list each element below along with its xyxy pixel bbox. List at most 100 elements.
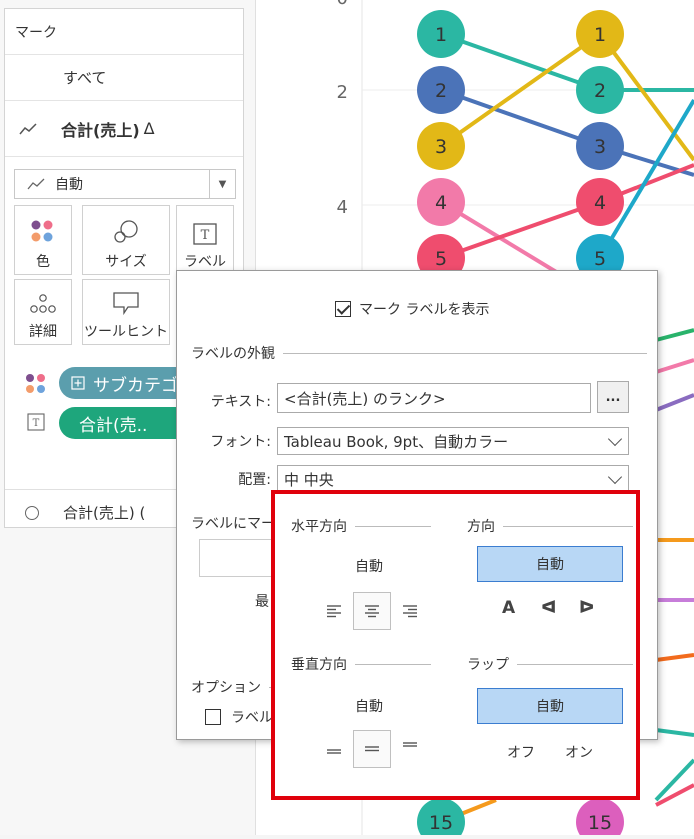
direction-title: 方向 [467,519,495,535]
horizontal-title: 水平方向 [291,519,347,535]
rank-node-label: 2 [594,80,606,102]
y-tick: 4 [337,197,348,218]
marks-all-tab[interactable]: すべて [5,55,243,101]
align-field-label: 配置: [238,472,271,488]
series-line [655,358,694,374]
marks-card-title: マーク [5,9,243,55]
rank-node[interactable]: 1 [417,10,465,58]
rank-node-label: 1 [594,24,606,46]
align-top-icon[interactable] [391,730,429,768]
text-edit-button[interactable]: ... [597,381,629,413]
show-labels-label: マーク ラベルを表示 [359,302,490,318]
align-middle-icon[interactable] [353,730,391,768]
section-divider [517,663,633,665]
y-tick: 0 [337,0,348,9]
show-labels-checkbox[interactable] [335,301,351,317]
alignment-highlight-panel: 水平方向 自動 方向 自動 A ᐊ ᐅ 垂直方向 自動 ラップ 自動 オフ オン [271,490,640,800]
svg-text:T: T [201,228,210,243]
wrap-title: ラップ [467,657,509,673]
vertical-auto-label[interactable]: 自動 [355,696,383,716]
rank-node[interactable]: 4 [417,178,465,226]
rank-node[interactable]: 1 [576,10,624,58]
wrap-auto-button[interactable]: 自動 [477,688,623,724]
color-dots-icon [26,374,45,393]
mark-label-field[interactable] [199,539,279,577]
text-label-icon: T [193,223,217,245]
options-checkbox-row[interactable]: ラベル [205,707,273,727]
svg-text:T: T [33,418,40,429]
detail-button[interactable]: 詳細 [14,279,72,345]
min-label: 最 [255,594,269,610]
series-line [655,728,694,737]
line-chart-icon [27,178,45,190]
direction-rotate-right-icon[interactable]: ᐅ [579,598,594,618]
chevron-down-icon[interactable]: ▼ [209,170,235,198]
size-button[interactable]: サイズ [82,205,170,275]
plus-box-icon [71,376,85,390]
rank-node[interactable]: 4 [576,178,624,226]
wrap-section: ラップ [467,654,633,674]
section-divider [355,663,431,665]
direction-section: 方向 [467,516,633,536]
chevron-down-icon [607,431,623,447]
text-field-label: テキスト: [210,394,271,410]
font-dropdown[interactable]: Tableau Book, 9pt、自動カラー [277,427,629,455]
rank-node[interactable]: 15 [417,798,465,839]
y-tick: 2 [337,82,348,103]
label-button[interactable]: T ラベル [176,205,234,275]
rank-node-label: 1 [435,24,447,46]
rank-node[interactable]: 2 [417,66,465,114]
marks-measure-tab[interactable]: 合計(売上) Δ [5,101,243,157]
label-button-label: ラベル [184,254,226,270]
measure-tab-label: 合計(売上) [61,120,140,140]
section-divider [283,352,647,354]
wrap-off-option[interactable]: オフ [507,742,535,762]
appearance-section: ラベルの外観 [191,343,647,363]
rank-node[interactable]: 15 [576,798,624,839]
direction-auto-button[interactable]: 自動 [477,546,623,582]
font-value: Tableau Book, 9pt、自動カラー [284,432,509,451]
size-icon [114,220,138,243]
rank-node-label: 5 [594,248,606,270]
align-bottom-icon[interactable] [315,730,353,768]
rank-node[interactable]: 2 [576,66,624,114]
mark-type-value: 自動 [55,177,83,193]
align-right-icon[interactable] [391,592,429,630]
rank-node-label: 15 [588,812,612,834]
rank-node[interactable]: 3 [417,122,465,170]
wrap-on-option[interactable]: オン [565,742,593,762]
rank-node-label: 4 [594,192,606,214]
rank-node-label: 4 [435,192,447,214]
tooltip-button[interactable]: ツールヒント [82,279,170,345]
color-button[interactable]: 色 [14,205,72,275]
series-line [440,88,601,148]
line-chart-icon [19,122,37,134]
color-dots-icon [31,220,53,242]
rank-node-label: 3 [594,136,606,158]
align-left-icon[interactable] [315,592,353,630]
subcategory-pill-label: サブカテゴ [93,375,178,396]
bottom-measure-label: 合計(売上) ( [63,504,146,522]
series-line [655,328,694,342]
mark-type-dropdown[interactable]: 自動 ▼ [14,169,236,199]
vertical-section: 垂直方向 [291,654,431,674]
tooltip-button-label: ツールヒント [84,324,168,340]
direction-rotate-left-icon[interactable]: ᐊ [541,598,556,618]
mark-label-section-title: ラベルにマー [191,516,275,532]
rank-node-label: 15 [429,812,453,834]
show-labels-row[interactable]: マーク ラベルを表示 [335,299,489,319]
radio-icon [25,505,39,520]
font-field-label: フォント: [210,434,271,450]
options-checkbox-label: ラベル [231,710,273,726]
text-field[interactable]: <合計(売上) のランク> [277,383,591,413]
text-label-icon: T [27,413,45,431]
alignment-dropdown[interactable]: 中 中央 [277,465,629,493]
horizontal-auto-label[interactable]: 自動 [355,556,383,576]
alignment-value: 中 中央 [284,470,334,489]
options-checkbox[interactable] [205,709,221,725]
rank-node[interactable]: 3 [576,122,624,170]
series-line [655,653,694,662]
direction-horizontal-icon[interactable]: A [502,598,515,618]
align-center-icon[interactable] [353,592,391,630]
vertical-align-group [315,730,429,768]
